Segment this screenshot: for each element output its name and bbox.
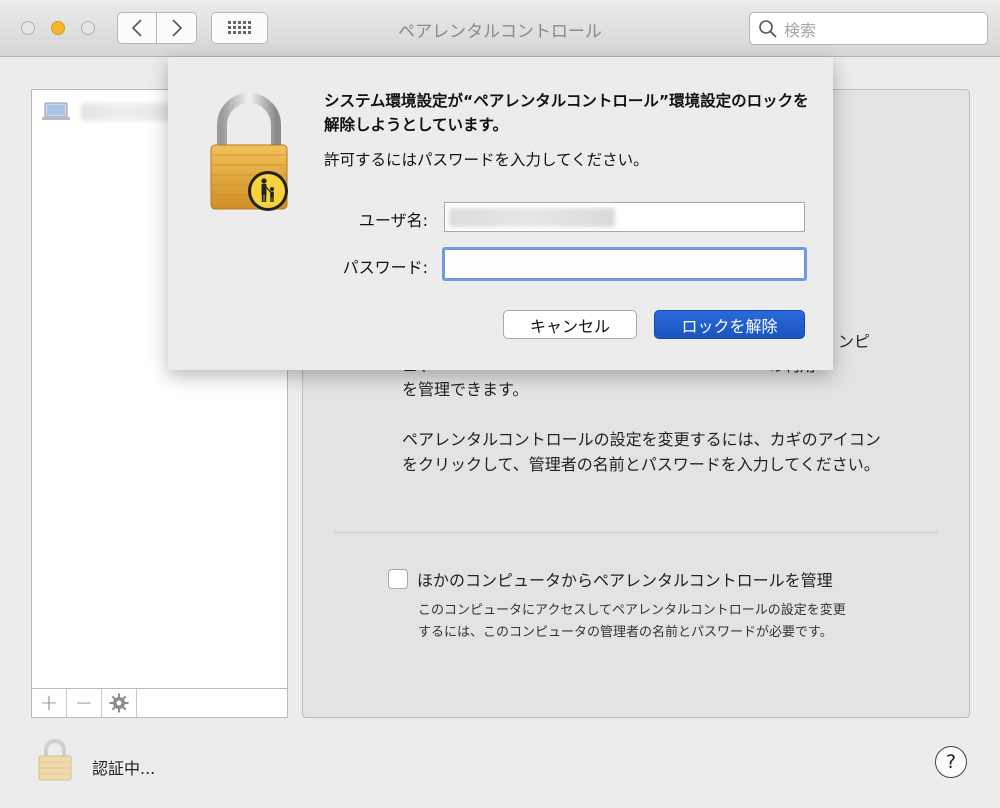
password-label: パスワード: (342, 258, 428, 277)
panel-description-lock: ペアレンタルコントロールの設定を変更するには、カギのアイコンをクリックして、管理… (402, 430, 881, 474)
help-button[interactable]: ? (935, 746, 967, 778)
remote-manage-checkbox[interactable] (388, 569, 408, 589)
desc-line-3: を管理できます。 (402, 380, 529, 399)
cancel-button[interactable]: キャンセル (503, 310, 637, 339)
chevron-right-icon (171, 19, 182, 37)
remote-manage-label: ほかのコンピュータからペアレンタルコントロールを管理 (417, 571, 833, 590)
zoom-window-button[interactable] (81, 21, 95, 35)
grid-icon (227, 21, 251, 34)
close-window-button[interactable] (21, 21, 35, 35)
chevron-left-icon (131, 19, 142, 37)
auth-instruction: 許可するにはパスワードを入力してください。 (324, 151, 649, 169)
list-item[interactable] (41, 102, 171, 122)
parental-lock-icon (210, 93, 288, 211)
user-name-redacted (81, 103, 171, 121)
username-value-redacted (449, 208, 615, 227)
username-label: ユーザ名: (358, 211, 428, 230)
gear-icon (109, 693, 129, 713)
add-user-button[interactable]: + (32, 689, 67, 717)
search-icon (759, 19, 777, 38)
search-placeholder: 検索 (784, 20, 817, 40)
search-field[interactable]: 検索 (749, 12, 988, 45)
auth-dialog: システム環境設定が“ペアレンタルコントロール”環境設定のロックを解除しようとして… (168, 57, 833, 370)
remote-manage-option[interactable]: ほかのコンピュータからペアレンタルコントロールを管理 (388, 567, 833, 591)
unlock-button[interactable]: ロックを解除 (654, 310, 805, 339)
divider (334, 532, 938, 533)
laptop-icon (42, 102, 70, 120)
back-button[interactable] (117, 12, 157, 44)
action-menu-button[interactable] (102, 689, 137, 717)
show-all-button[interactable] (211, 12, 268, 44)
username-field[interactable] (444, 202, 805, 232)
forward-button[interactable] (157, 12, 197, 44)
list-actions-bar: + − (31, 688, 288, 718)
window-toolbar: ペアレンタルコントロール 検索 (0, 0, 1000, 57)
auth-status-label: 認証中... (92, 759, 156, 778)
remote-manage-help: このコンピュータにアクセスしてペアレンタルコントロールの設定を変更するには、この… (418, 603, 846, 640)
window-title: ペアレンタルコントロール (398, 22, 602, 42)
lock-icon[interactable] (37, 739, 73, 781)
password-field[interactable] (442, 247, 807, 281)
minimize-window-button[interactable] (51, 21, 65, 35)
remove-user-button[interactable]: − (67, 689, 102, 717)
auth-message: システム環境設定が“ペアレンタルコントロール”環境設定のロックを解除しようとして… (324, 92, 809, 134)
